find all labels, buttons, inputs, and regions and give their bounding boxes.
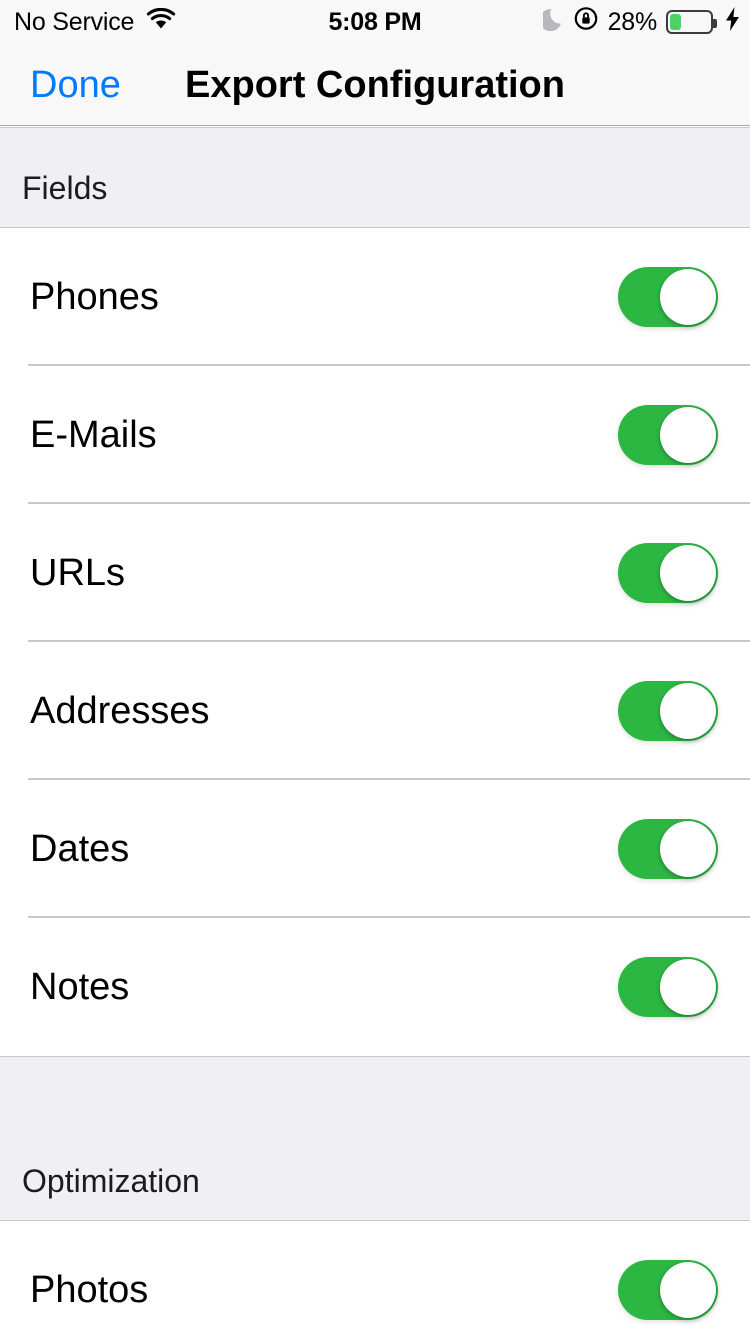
battery-icon — [666, 10, 717, 34]
row-label: Photos — [30, 1269, 149, 1311]
table-row[interactable]: URLs — [0, 504, 750, 642]
toggle-knob — [660, 821, 716, 877]
section-header-optimization: Optimization — [0, 1056, 750, 1221]
section-header-fields: Fields — [0, 127, 750, 228]
toggle-phones[interactable] — [618, 267, 718, 327]
toggle-dates[interactable] — [618, 819, 718, 879]
battery-fill — [670, 14, 681, 30]
settings-table: Fields Phones E-Mails URLs Addresses Dat… — [0, 127, 750, 1334]
navigation-bar: Done Export Configuration — [0, 44, 750, 126]
toggle-addresses[interactable] — [618, 681, 718, 741]
toggle-knob — [660, 683, 716, 739]
lightning-bolt-icon — [725, 6, 740, 38]
row-label: Notes — [30, 966, 130, 1008]
toggle-notes[interactable] — [618, 957, 718, 1017]
row-label: URLs — [30, 552, 126, 594]
app-screen: No Service 5:08 PM 28% Done Export Confi… — [0, 0, 750, 1334]
row-label: Phones — [30, 276, 159, 318]
toggle-knob — [660, 545, 716, 601]
table-row[interactable]: Dates — [0, 780, 750, 918]
toggle-knob — [660, 269, 716, 325]
toggle-knob — [660, 1262, 716, 1318]
section-rows-optimization: Photos — [0, 1221, 750, 1334]
row-label: Addresses — [30, 690, 210, 732]
table-row[interactable]: E-Mails — [0, 366, 750, 504]
battery-percent-label: 28% — [607, 7, 658, 36]
toggle-urls[interactable] — [618, 543, 718, 603]
status-bar-right: 28% — [539, 6, 740, 38]
toggle-photos[interactable] — [618, 1260, 718, 1320]
page-title: Export Configuration — [185, 63, 565, 106]
table-row[interactable]: Phones — [0, 228, 750, 366]
toggle-knob — [660, 407, 716, 463]
status-bar: No Service 5:08 PM 28% — [0, 0, 750, 44]
table-row[interactable]: Notes — [0, 918, 750, 1056]
toggle-knob — [660, 959, 716, 1015]
toggle-emails[interactable] — [618, 405, 718, 465]
row-label: Dates — [30, 828, 130, 870]
row-label: E-Mails — [30, 414, 157, 456]
table-row[interactable]: Photos — [0, 1221, 750, 1334]
do-not-disturb-moon-icon — [539, 7, 565, 38]
section-rows-fields: Phones E-Mails URLs Addresses Dates Note… — [0, 228, 750, 1056]
table-row[interactable]: Addresses — [0, 642, 750, 780]
rotation-lock-icon — [574, 6, 599, 38]
